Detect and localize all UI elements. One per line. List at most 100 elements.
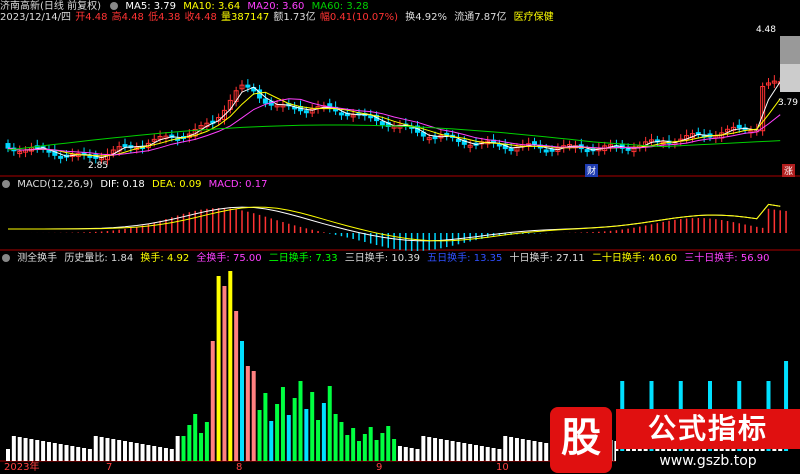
turnover-settings-icon[interactable] [2, 254, 10, 262]
turnover-bar [415, 449, 420, 461]
turnover-bar [292, 398, 297, 461]
turnover-bar [64, 445, 69, 461]
turnover-bar [520, 439, 525, 461]
turnover-bar [163, 448, 168, 461]
turnover-bar [403, 447, 408, 461]
kline-chart[interactable] [0, 0, 800, 473]
turnover-t1: 换手: 4.92 [140, 253, 190, 264]
turnover-bar [368, 427, 373, 461]
x-axis-label-year: 2023年 [4, 462, 40, 473]
turnover-bar [99, 437, 104, 461]
turnover-bar [52, 443, 57, 461]
turnover-bar [23, 438, 28, 461]
turnover-bar [421, 436, 426, 461]
turnover-bar [333, 414, 338, 461]
turnover-bar [339, 422, 344, 461]
turnover-bar [397, 446, 402, 461]
turnover-bar [310, 392, 315, 461]
turnover-bar [216, 276, 221, 461]
candle-body [368, 115, 374, 119]
candle-body [625, 147, 631, 151]
turnover-bar [538, 442, 543, 461]
macd-dea: DEA: 0.09 [151, 179, 202, 190]
turnover-bar [117, 440, 122, 461]
turnover-bar [123, 441, 127, 461]
turnover-bar [438, 439, 443, 461]
turnover-bar [193, 414, 198, 461]
turnover-bar [58, 444, 63, 461]
turnover-bar [263, 393, 268, 461]
turnover-all: 全换手: 75.00 [196, 253, 262, 264]
turnover-t20: 二十日换手: 40.60 [591, 253, 678, 264]
turnover-t2: 二日换手: 7.33 [268, 253, 338, 264]
turnover-bar [532, 441, 537, 461]
candle-body [303, 110, 309, 114]
turnover-bar [35, 440, 40, 461]
turnover-bar [450, 441, 455, 461]
turnover-bar [468, 444, 473, 461]
candle-body [58, 155, 64, 159]
macd-header: MACD(12,26,9) DIF: 0.18 DEA: 0.09 MACD: … [0, 178, 271, 191]
turnover-bar [462, 443, 467, 461]
candle-body [584, 149, 590, 153]
price-scale-handle[interactable] [780, 36, 800, 64]
price-scale-handle-2[interactable] [780, 64, 800, 92]
turnover-bar [456, 442, 461, 461]
turnover-bar [41, 441, 46, 461]
candle-body [543, 149, 549, 153]
finance-badge[interactable]: 财 [585, 164, 599, 177]
turnover-bar [526, 440, 531, 461]
candle-body [549, 148, 555, 152]
turnover-bar [362, 434, 367, 461]
turnover-t10: 十日换手: 27.11 [509, 253, 585, 264]
turnover-bar [204, 422, 209, 461]
turnover-bar [228, 271, 233, 461]
turnover-bar [158, 447, 163, 461]
turnover-bar [82, 448, 87, 461]
turnover-bar [111, 439, 116, 461]
turnover-bar [479, 446, 484, 461]
turnover-bar [169, 449, 174, 461]
turnover-name[interactable]: 测全换手 [17, 253, 57, 264]
turnover-bar [321, 403, 326, 461]
turnover-bar [46, 442, 51, 461]
turnover-bar [509, 437, 514, 461]
turnover-bar [327, 386, 332, 461]
turnover-bar [210, 341, 215, 461]
watermark: 股 公式指标 www.gszb.top [550, 407, 800, 473]
candle-body [432, 136, 438, 140]
watermark-title: 公式指标 [616, 409, 800, 449]
turnover-bar [6, 449, 10, 461]
turnover-bar [257, 410, 262, 461]
turnover-bar [269, 421, 274, 461]
turnover-bar [105, 438, 110, 461]
turnover-bar [316, 420, 321, 461]
turnover-bar [433, 438, 438, 461]
macd-name[interactable]: MACD(12,26,9) [17, 179, 93, 190]
turnover-bar [70, 446, 75, 461]
turnover-bar [544, 443, 549, 461]
macd-panel [7, 203, 787, 251]
turnover-t3: 三日换手: 10.39 [344, 253, 420, 264]
turnover-bar [392, 439, 397, 461]
candle-body [455, 138, 461, 142]
turnover-bar [444, 440, 449, 461]
candle-body [122, 144, 128, 148]
candle-body [5, 143, 11, 149]
watermark-url: www.gszb.top [616, 451, 800, 471]
turnover-bar [380, 433, 385, 461]
turnover-bar [11, 436, 16, 461]
candle-body [736, 124, 742, 129]
turnover-bar [427, 437, 432, 461]
price-right-label: 3.79 [777, 98, 798, 108]
turnover-bar [187, 425, 192, 461]
macd-settings-icon[interactable] [2, 180, 10, 188]
x-axis-label-10: 10 [496, 462, 509, 473]
limit-up-badge[interactable]: 涨 [782, 164, 796, 177]
candles [5, 75, 789, 165]
turnover-bar [29, 439, 34, 461]
turnover-bar [491, 448, 496, 461]
candle-body [262, 98, 268, 104]
turnover-bar [474, 445, 478, 461]
candle-body [508, 148, 514, 152]
